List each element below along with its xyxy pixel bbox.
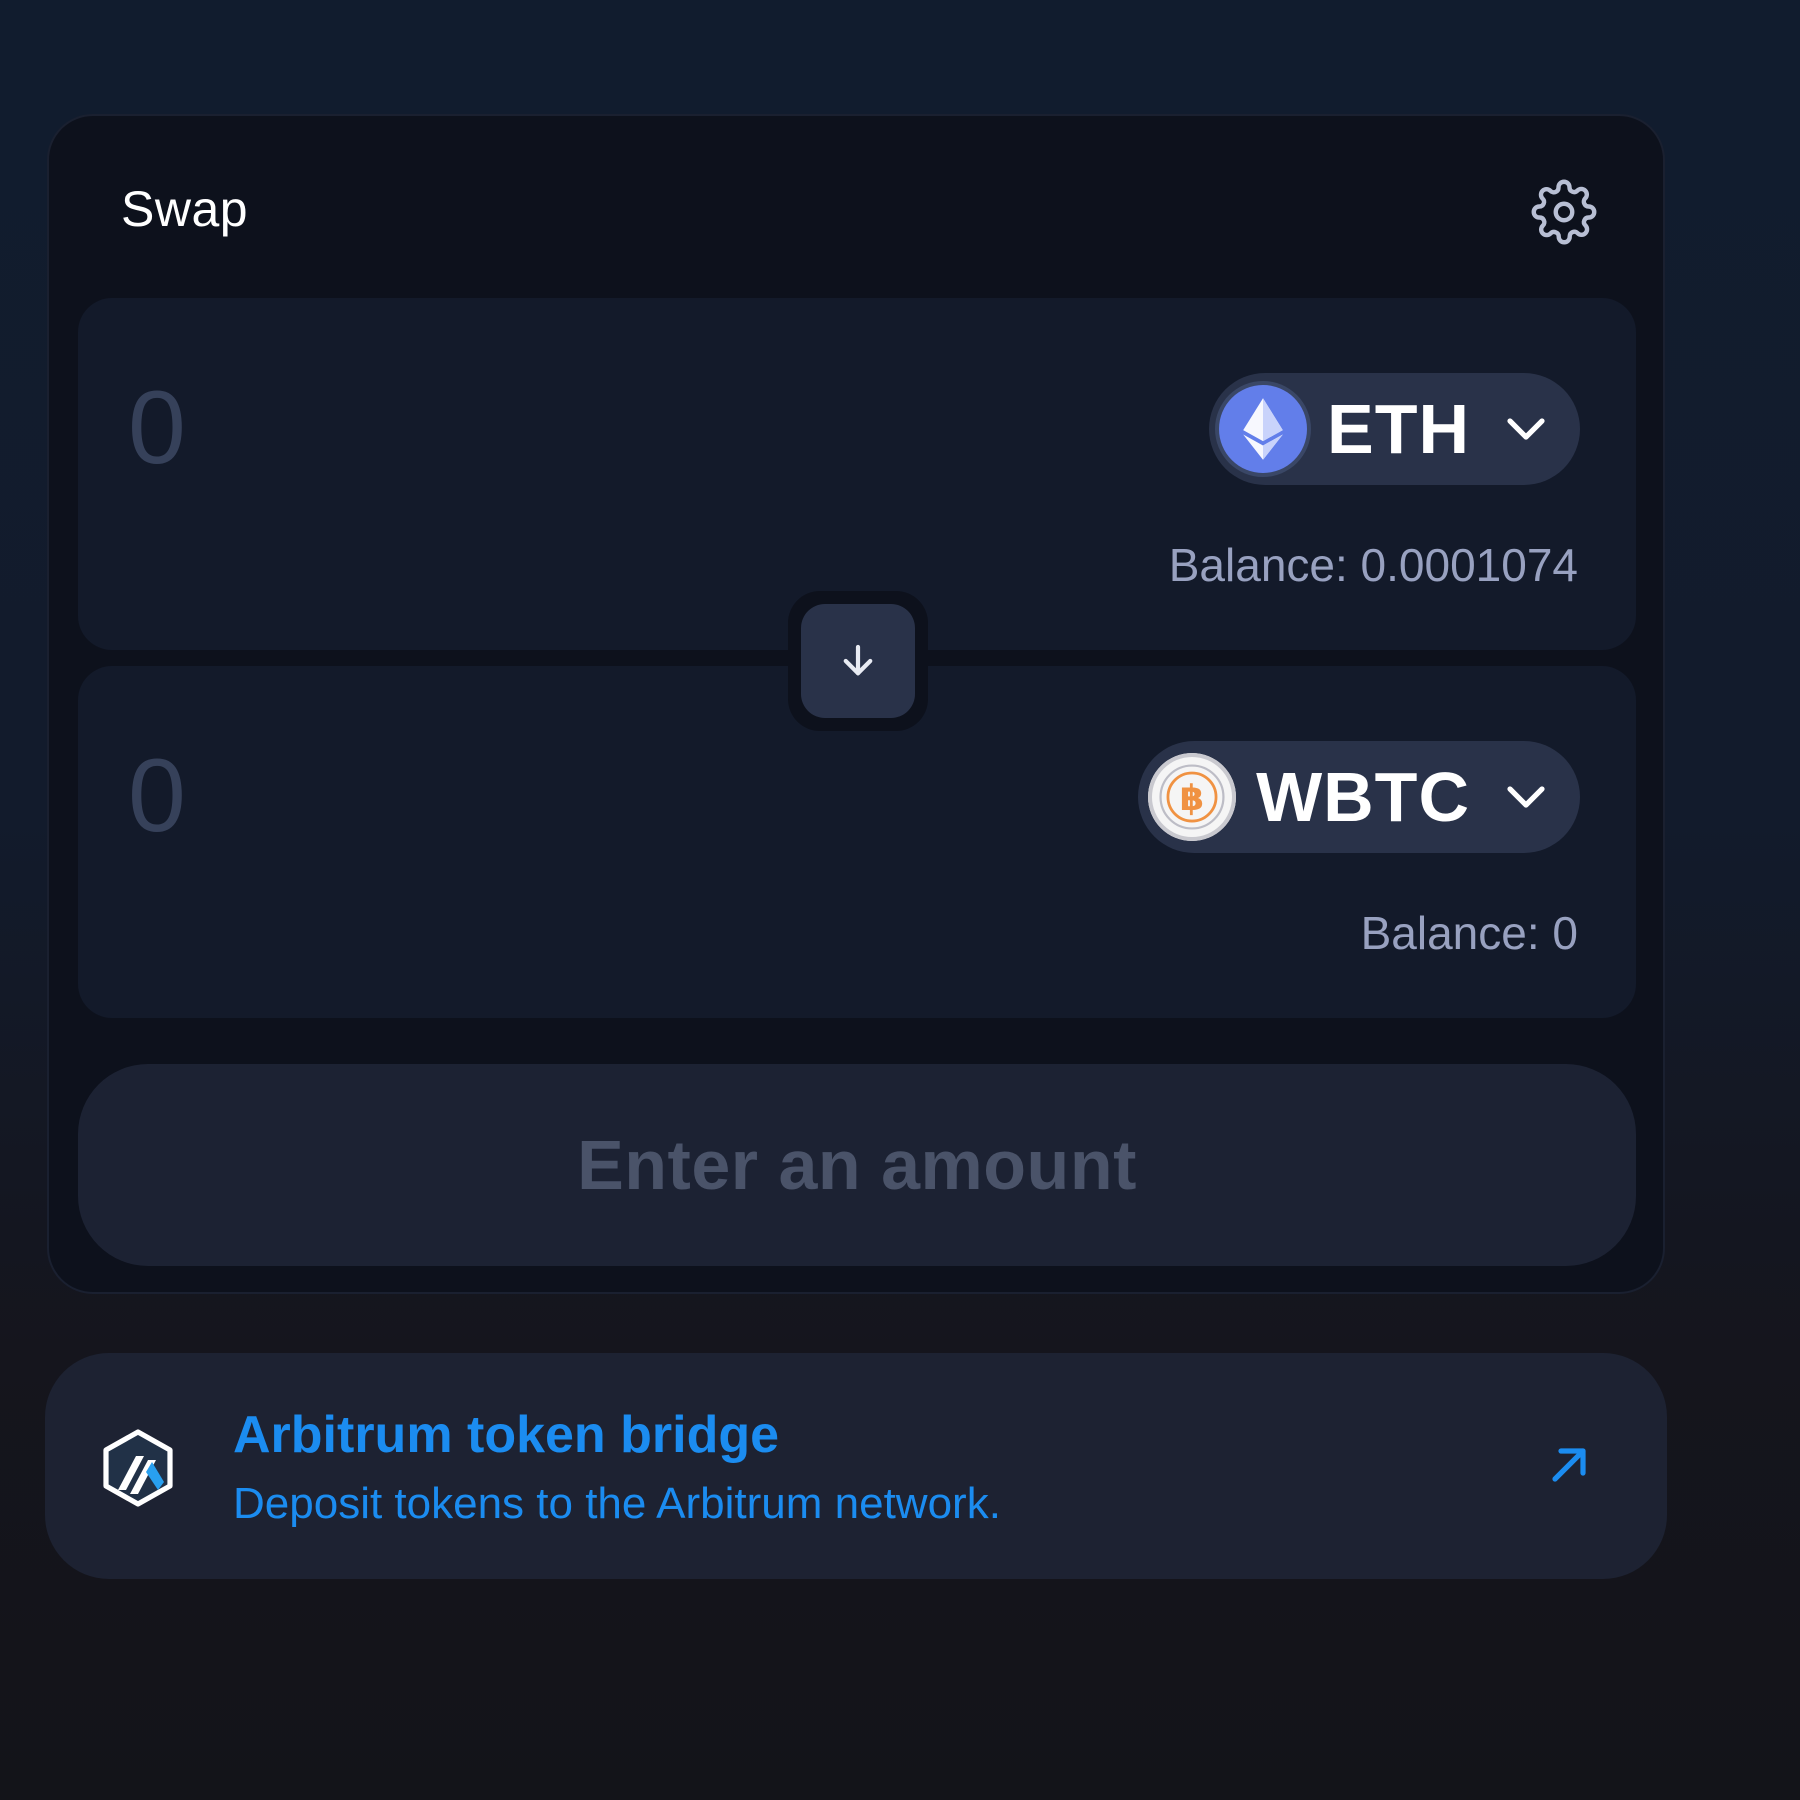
arbitrum-logo-icon <box>100 1428 176 1508</box>
from-token-selector[interactable]: ETH <box>1209 373 1580 485</box>
to-token-selector[interactable]: ฿ WBTC <box>1138 741 1580 853</box>
to-amount-input[interactable] <box>128 736 728 856</box>
to-token-symbol: WBTC <box>1256 758 1470 836</box>
chevron-down-icon <box>1506 785 1546 809</box>
eth-icon <box>1219 385 1307 473</box>
from-balance: Balance: 0.0001074 <box>1168 539 1578 591</box>
from-amount-input[interactable] <box>128 368 728 488</box>
from-token-symbol: ETH <box>1327 390 1470 468</box>
settings-button[interactable] <box>1522 170 1606 254</box>
svg-text:฿: ฿ <box>1180 778 1204 819</box>
arrow-down-icon <box>843 644 873 676</box>
enter-amount-button[interactable]: Enter an amount <box>78 1064 1636 1266</box>
bridge-subtitle: Deposit tokens to the Arbitrum network. <box>233 1479 1001 1528</box>
to-balance: Balance: 0 <box>1360 907 1578 959</box>
switch-tokens-button[interactable] <box>801 604 915 718</box>
swap-card: Swap ETH Balance: <box>47 114 1665 1294</box>
swap-title: Swap <box>121 181 249 237</box>
bridge-title: Arbitrum token bridge <box>233 1406 780 1464</box>
arbitrum-bridge-link[interactable]: Arbitrum token bridge Deposit tokens to … <box>45 1353 1667 1579</box>
gear-icon <box>1531 179 1597 245</box>
external-arrow-icon <box>1545 1441 1593 1489</box>
chevron-down-icon <box>1506 417 1546 441</box>
wbtc-icon: ฿ <box>1148 753 1237 841</box>
